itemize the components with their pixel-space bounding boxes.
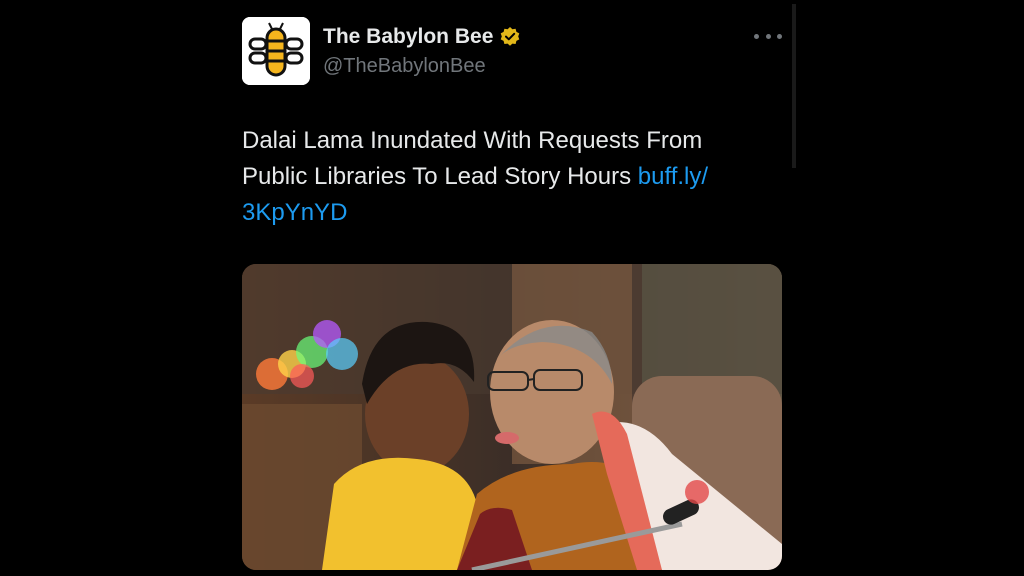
display-name[interactable]: The Babylon Bee <box>323 23 493 51</box>
tweet-card: The Babylon Bee @TheBabylonBee Dalai Lam… <box>0 0 1024 576</box>
avatar[interactable] <box>242 17 310 85</box>
more-options-icon[interactable] <box>754 28 782 44</box>
account-name-row: The Babylon Bee <box>323 23 521 51</box>
verified-badge-icon <box>499 26 521 48</box>
tweet-text: Dalai Lama Inundated With Requests From … <box>242 123 772 231</box>
account-handle[interactable]: @TheBabylonBee <box>323 52 486 80</box>
tweet-photo[interactable] <box>242 264 782 570</box>
bee-logo-icon <box>242 17 310 85</box>
tweet-body: Dalai Lama Inundated With Requests From … <box>242 127 703 190</box>
scrollbar[interactable] <box>792 4 796 168</box>
